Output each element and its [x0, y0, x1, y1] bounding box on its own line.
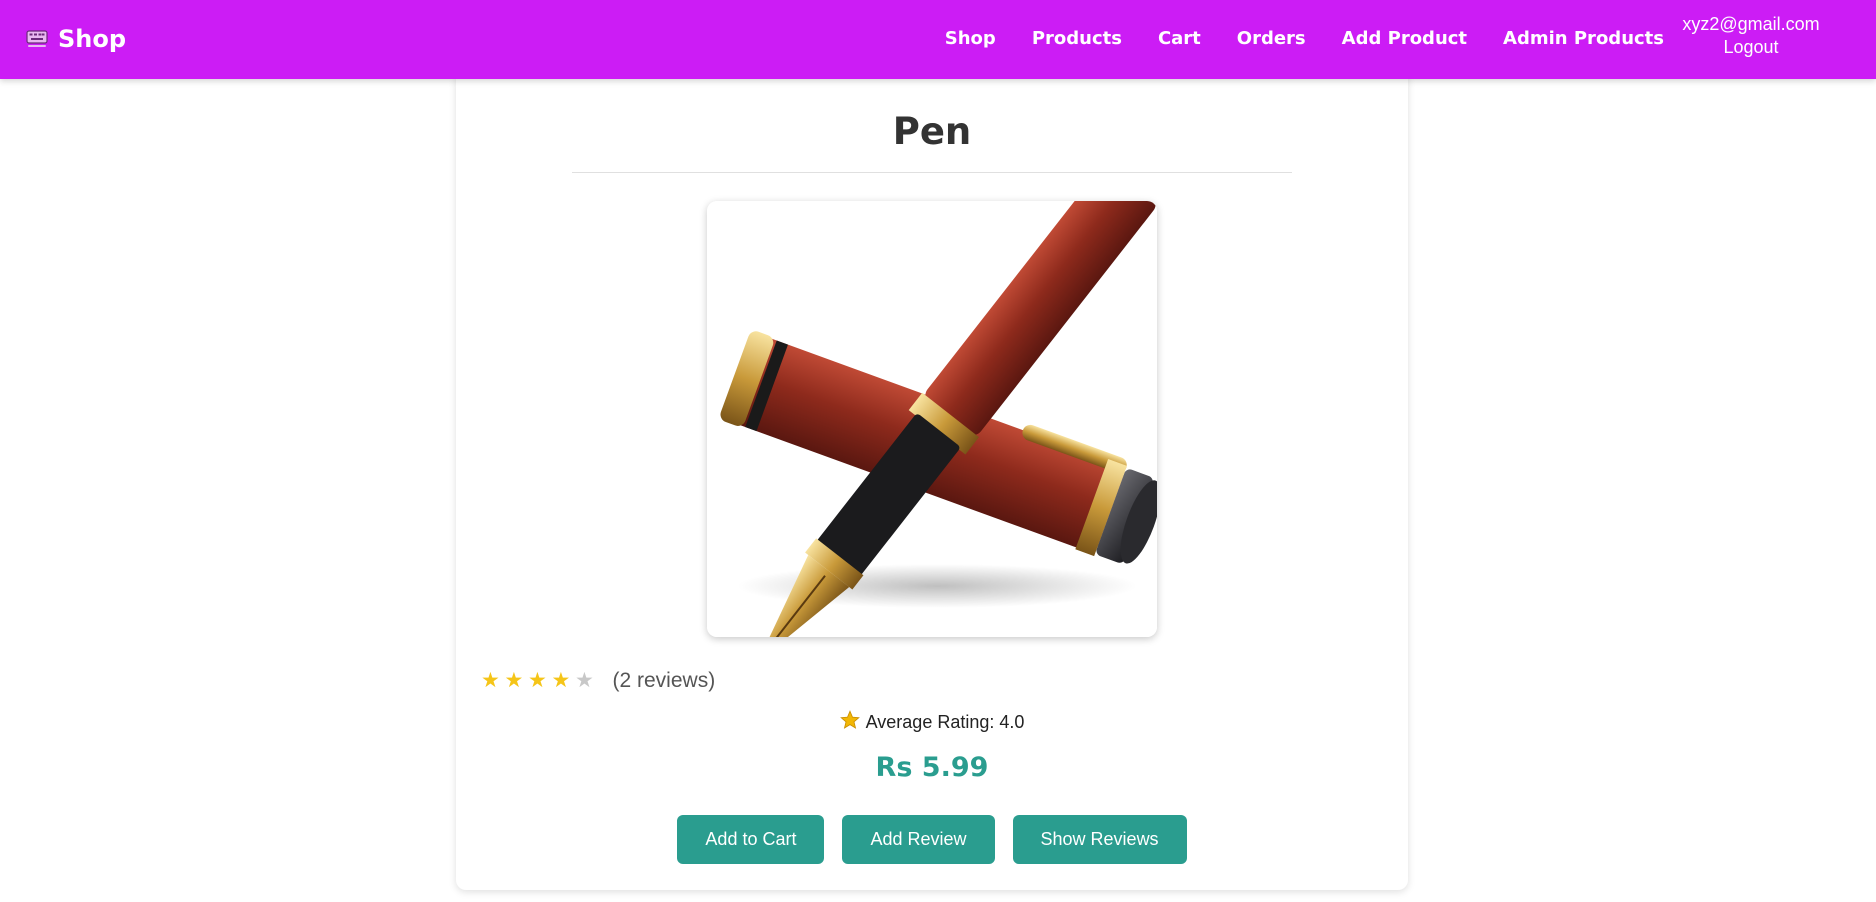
product-price: Rs 5.99 — [875, 752, 989, 783]
star-emoji-icon — [839, 709, 860, 735]
star-icon: ★ — [575, 669, 594, 692]
nav-link-products[interactable]: Products — [1032, 28, 1122, 49]
nav-links: Shop Products Cart Orders Add Product Ad… — [945, 0, 1664, 76]
show-reviews-button[interactable]: Show Reviews — [1012, 815, 1187, 864]
nav-link-shop[interactable]: Shop — [945, 28, 996, 49]
logout-link[interactable]: Logout — [1666, 36, 1836, 59]
star-icon: ★ — [528, 669, 547, 692]
star-rating: ★ ★ ★ ★ ★ (2 reviews) — [481, 667, 715, 695]
add-review-button[interactable]: Add Review — [842, 815, 995, 864]
keyboard-icon — [26, 29, 48, 49]
brand-link[interactable]: Shop — [26, 23, 126, 55]
nav-link-orders[interactable]: Orders — [1237, 28, 1306, 49]
nav-link-admin-products[interactable]: Admin Products — [1503, 28, 1664, 49]
user-email[interactable]: xyz2@gmail.com — [1666, 13, 1836, 36]
product-image — [707, 201, 1157, 637]
add-to-cart-button[interactable]: Add to Cart — [677, 815, 825, 864]
title-divider — [572, 172, 1292, 173]
star-icon: ★ — [481, 669, 500, 692]
fountain-pen-image — [707, 201, 1157, 637]
nav-link-add-product[interactable]: Add Product — [1342, 28, 1467, 49]
user-menu: xyz2@gmail.com Logout — [1666, 13, 1836, 59]
product-title: Pen — [892, 110, 972, 153]
average-rating: Average Rating: 4.0 — [456, 708, 1408, 736]
brand-label: Shop — [58, 25, 127, 53]
product-card: Pen ★ ★ ★ ★ ★ (2 reviews) Average Rating… — [456, 70, 1408, 890]
review-count: (2 reviews) — [612, 669, 716, 692]
nav-link-cart[interactable]: Cart — [1158, 28, 1201, 49]
top-navbar: Shop Shop Products Cart Orders Add Produ… — [0, 0, 1876, 79]
product-actions: Add to Cart Add Review Show Reviews — [456, 815, 1408, 864]
star-icon: ★ — [551, 669, 571, 692]
average-rating-label: Average Rating: 4.0 — [865, 711, 1025, 732]
star-icon: ★ — [504, 669, 524, 692]
